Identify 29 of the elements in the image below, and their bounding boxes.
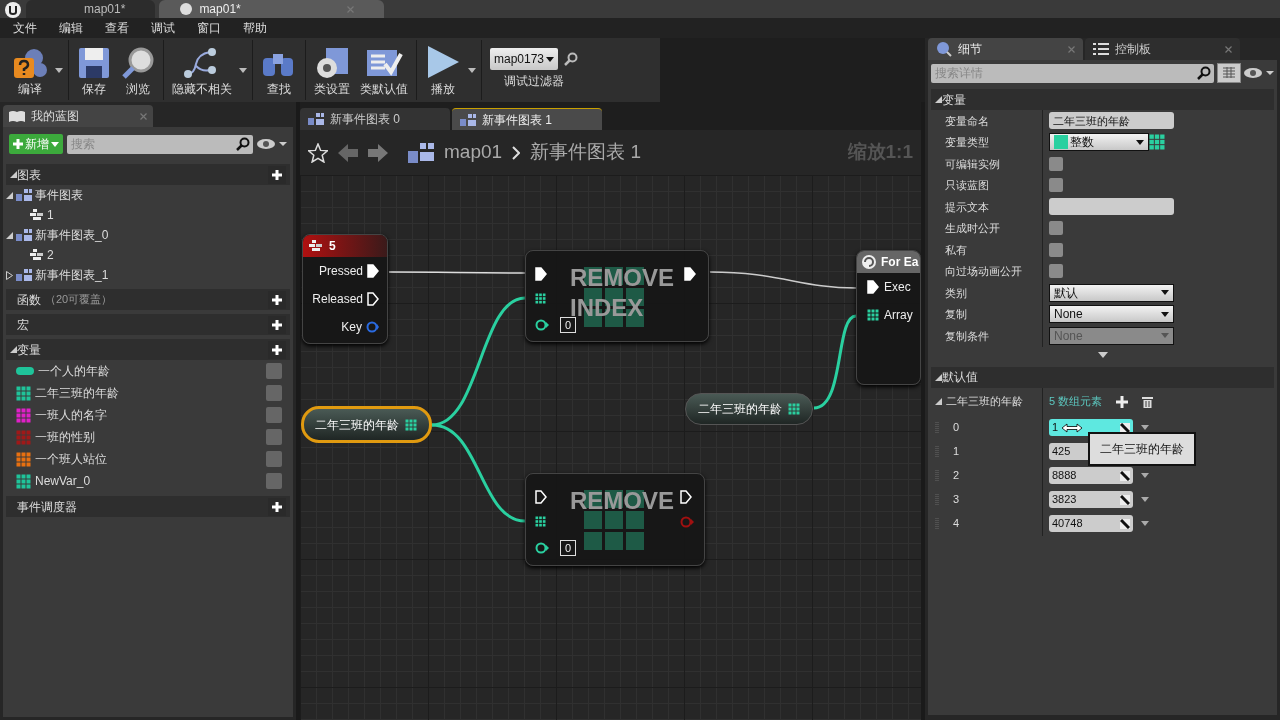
property-label: 向过场动画公开 [931, 260, 1043, 282]
property-label: 二年三班的年龄 [946, 394, 1023, 410]
property-label: 类别 [931, 282, 1043, 304]
pin-label: Released [312, 291, 363, 308]
pin-label: Array [884, 307, 913, 324]
debug-filter-label: 调试过滤器 [504, 73, 564, 90]
property-label: 提示文本 [931, 196, 1043, 218]
element-index: 0 [953, 420, 960, 436]
property-label: 变量命名 [931, 110, 1043, 132]
node-title: 5 [329, 238, 336, 255]
property-label: 复制条件 [931, 325, 1043, 347]
element-index: 1 [953, 444, 960, 460]
node-title: REMOVE [570, 486, 674, 516]
pin-label: Key [341, 319, 362, 336]
tooltip: 二年三班的年龄 [1088, 431, 1196, 466]
pin-label: Exec [884, 279, 911, 296]
element-index: 4 [953, 516, 960, 532]
element-index: 3 [953, 492, 960, 508]
property-label: 复制 [931, 303, 1043, 325]
property-label: 变量类型 [931, 131, 1043, 153]
property-label: 只读蓝图 [931, 174, 1043, 196]
section-note: （20可覆盖） [45, 292, 113, 308]
property-label: 可编辑实例 [931, 153, 1043, 175]
property-label: 生成时公开 [931, 217, 1043, 239]
property-label: 私有 [931, 239, 1043, 261]
node-title: For Ea [881, 254, 919, 271]
pin-label: Pressed [318, 263, 363, 280]
element-index: 2 [953, 468, 960, 484]
array-count: 5 数组元素 [1049, 394, 1103, 410]
